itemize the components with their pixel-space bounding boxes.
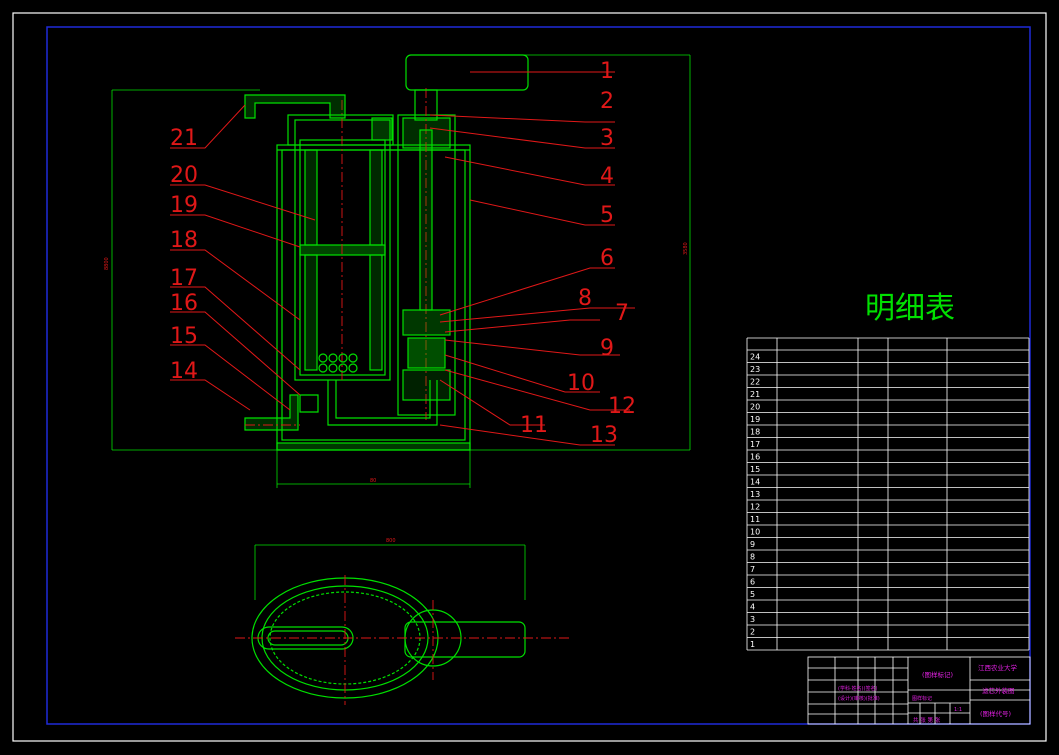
bom-row-number: 9 <box>750 540 755 549</box>
cad-drawing: 8800 3580 80 800 1 2 3 4 5 6 7 8 9 10 11… <box>12 12 1047 742</box>
dim-base-width: 80 <box>370 478 376 484</box>
bom-row-number: 18 <box>750 428 760 437</box>
plan-view <box>235 544 570 705</box>
drawing-code: (图样代号) <box>980 709 1011 718</box>
callout-9: 9 <box>600 336 614 361</box>
dim-plan-width: 800 <box>386 538 396 544</box>
school-name: 江西农业大学 <box>978 663 1018 672</box>
drawing-mark: (图样标记) <box>922 670 953 679</box>
callout-4: 4 <box>600 164 614 189</box>
callout-8: 8 <box>578 286 592 311</box>
callout-14: 14 <box>170 359 198 384</box>
signature-row-1: (学科·姓名)(签名) <box>838 685 877 692</box>
bom-row-number: 20 <box>750 403 760 412</box>
callout-2: 2 <box>600 89 614 114</box>
callout-7: 7 <box>615 301 629 326</box>
title-block-text: (图样标记) 江西农业大学 滤芯外装图 (图样代号) 1:1 图样标记 共 张 … <box>838 663 1018 724</box>
bom-row-number: 6 <box>750 578 755 587</box>
bom-row-number: 22 <box>750 378 760 387</box>
bom-row-number: 3 <box>750 615 755 624</box>
bom-row-number: 8 <box>750 553 755 562</box>
signature-row-2: (设计)(审核)(批准) <box>838 695 880 702</box>
bom-row-number: 21 <box>750 390 760 399</box>
bom-row-number: 11 <box>750 515 760 524</box>
bom-row-number: 4 <box>750 603 755 612</box>
bom-row-number: 1 <box>750 640 755 649</box>
dim-overall-height-right: 3580 <box>683 242 689 255</box>
bom-row-number: 15 <box>750 465 760 474</box>
callout-1: 1 <box>600 59 614 84</box>
callout-17: 17 <box>170 266 198 291</box>
bom-row-number: 24 <box>750 353 760 362</box>
weight-label: 图样标记 <box>912 695 932 702</box>
callout-5: 5 <box>600 203 614 228</box>
callout-10: 10 <box>567 371 595 396</box>
callout-18: 18 <box>170 228 198 253</box>
dim-overall-height-left: 8800 <box>104 257 110 270</box>
bom-row-number: 16 <box>750 453 760 462</box>
callout-11: 11 <box>520 413 548 438</box>
bom-row-number: 14 <box>750 478 760 487</box>
callout-16: 16 <box>170 291 198 316</box>
parts-list-title: 明细表 <box>865 291 955 326</box>
callout-19: 19 <box>170 193 198 218</box>
sheet-border <box>12 12 1047 742</box>
bom-row-number: 13 <box>750 490 760 499</box>
callout-20: 20 <box>170 163 198 188</box>
bom-row-number: 17 <box>750 440 760 449</box>
drawing-name: 滤芯外装图 <box>982 686 1015 695</box>
callout-6: 6 <box>600 246 614 271</box>
callout-13: 13 <box>590 423 618 448</box>
callout-15: 15 <box>170 324 198 349</box>
bom-row-number: 2 <box>750 628 755 637</box>
bom-row-number: 23 <box>750 365 760 374</box>
scale-value: 1:1 <box>954 707 962 713</box>
callout-21: 21 <box>170 126 198 151</box>
bom-row-number: 10 <box>750 528 760 537</box>
bom-row-number: 19 <box>750 415 760 424</box>
sheet-info: 共 张 第 张 <box>913 716 941 724</box>
callout-12: 12 <box>608 394 636 419</box>
bom-row-number: 7 <box>750 565 755 574</box>
bom-row-number: 12 <box>750 503 760 512</box>
bom-row-number: 5 <box>750 590 755 599</box>
callout-3: 3 <box>600 126 614 151</box>
parts-list-table: 242322212019181716151413121110987654321 <box>746 337 1030 651</box>
